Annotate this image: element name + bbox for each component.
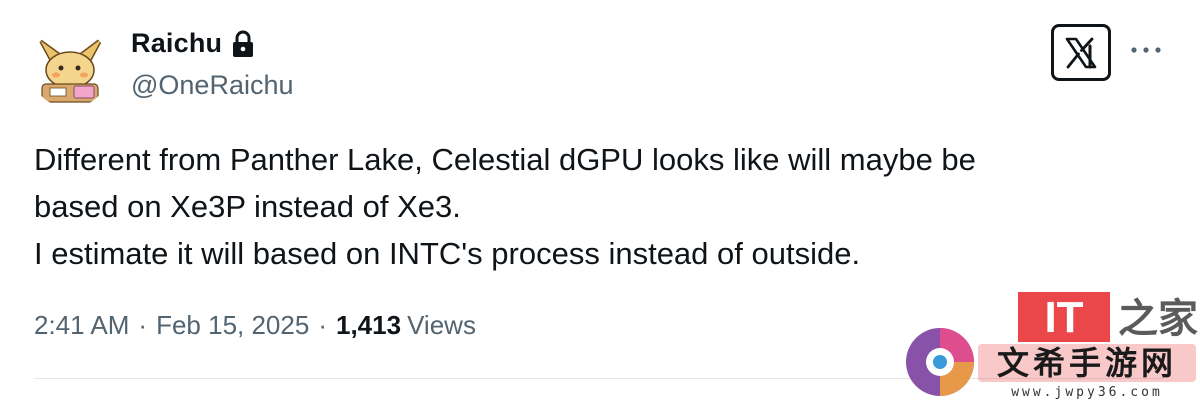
tweet-text-line: based on Xe3P instead of Xe3.: [34, 189, 461, 224]
lock-icon: [230, 30, 256, 58]
x-logo-button[interactable]: [1051, 24, 1111, 81]
svg-text:文希手游网: 文希手游网: [997, 344, 1177, 382]
raichu-avatar-image: [30, 28, 110, 108]
svg-text:之家: 之家: [1118, 296, 1198, 342]
tweet-text-line: Different from Panther Lake, Celestial d…: [34, 142, 976, 177]
site-watermark-logo: IT 之家 文希手游网 www.jwpy36.com: [906, 292, 1198, 400]
user-handle[interactable]: @OneRaichu: [131, 70, 294, 101]
more-dots-icon: [1131, 47, 1161, 53]
tweet-date[interactable]: Feb 15, 2025: [156, 310, 309, 341]
tweet-text: Different from Panther Lake, Celestial d…: [34, 136, 1154, 277]
x-logo-icon: [1065, 37, 1097, 68]
name-row: Raichu: [131, 28, 256, 59]
svg-text:IT: IT: [1044, 293, 1083, 342]
tweet-card: Raichu @OneRaichu Different from Panther…: [0, 0, 1200, 400]
tweet-meta: 2:41 AM · Feb 15, 2025 · 1,413 Views: [34, 310, 476, 341]
views-label: Views: [407, 310, 476, 340]
meta-separator: ·: [138, 310, 148, 340]
tweet-text-line: I estimate it will based on INTC's proce…: [34, 236, 861, 271]
more-options-button[interactable]: [1128, 38, 1164, 62]
display-name[interactable]: Raichu: [131, 28, 222, 59]
watermark: IT 之家 文希手游网 www.jwpy36.com: [900, 292, 1200, 400]
tweet-time[interactable]: 2:41 AM: [34, 310, 129, 341]
svg-text:www.jwpy36.com: www.jwpy36.com: [1011, 385, 1163, 400]
meta-separator: ·: [318, 310, 327, 340]
avatar[interactable]: [30, 28, 110, 108]
views-count: 1,413: [335, 310, 402, 340]
